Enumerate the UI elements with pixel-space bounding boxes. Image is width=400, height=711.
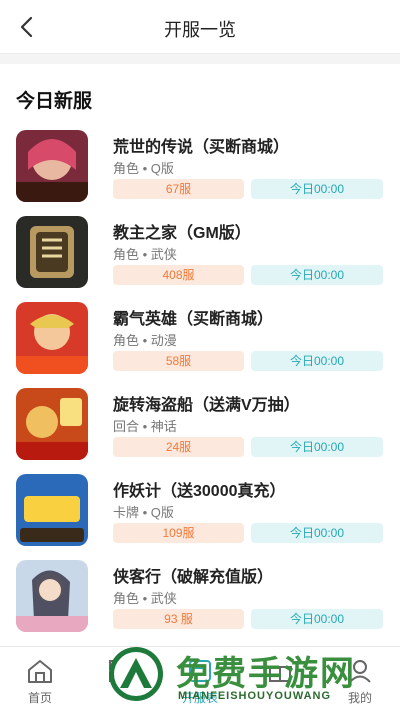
tab-home[interactable]: 首页 [0, 647, 80, 711]
tab-user[interactable]: 我的 [320, 647, 400, 711]
list-item[interactable]: 旋转海盗船（送满V万抽） 回合 • 神话 24服 今日00:00 [0, 388, 400, 474]
game-thumbnail [16, 474, 88, 546]
game-thumbnail [16, 388, 88, 460]
tab-label: 首页 [27, 691, 52, 705]
game-thumbnail [16, 216, 88, 288]
server-list-icon [189, 660, 211, 682]
game-name: 霸气英雄（买断商城） [113, 311, 274, 328]
game-thumbnail [16, 302, 88, 374]
game-meta: 卡牌 • Q版 [113, 505, 174, 520]
game-name: 旋转海盗船（送满V万抽） [113, 397, 300, 414]
section-title: 今日新服 [16, 91, 93, 112]
gift-icon [268, 666, 292, 682]
tab-label: 我的 [347, 691, 372, 705]
user-icon [349, 660, 371, 683]
tab-label: 开服表 [181, 691, 218, 705]
game-meta: 角色 • 武侠 [113, 591, 177, 606]
server-badge: 109服 [113, 523, 244, 543]
home-icon [28, 660, 52, 683]
list-item[interactable]: 作妖计（送30000真充） 卡牌 • Q版 109服 今日00:00 [0, 474, 400, 560]
tab-server-list[interactable]: 开服表 [160, 647, 240, 711]
time-badge: 今日00:00 [251, 351, 383, 371]
bottom-tab-bar: 首页 开服表 我的 [0, 646, 400, 711]
time-badge: 今日00:00 [251, 609, 383, 629]
game-name: 侠客行（破解充值版） [113, 569, 274, 586]
game-thumbnail [16, 130, 88, 202]
server-badge: 408服 [113, 265, 244, 285]
server-badge: 93 服 [113, 609, 244, 629]
game-meta: 角色 • 武侠 [113, 247, 177, 262]
top-bar: 开服一览 [0, 0, 400, 54]
game-name: 荒世的传说（买断商城） [113, 139, 290, 156]
game-name: 作妖计（送30000真充） [113, 483, 286, 500]
list-item[interactable]: 侠客行（破解充值版） 角色 • 武侠 93 服 今日00:00 [0, 560, 400, 646]
category-icon [109, 660, 131, 682]
game-meta: 角色 • 动漫 [113, 333, 177, 348]
game-thumbnail [16, 560, 88, 632]
server-badge: 58服 [113, 351, 244, 371]
tab-category[interactable] [80, 647, 160, 711]
game-name: 教主之家（GM版） [113, 225, 251, 242]
time-badge: 今日00:00 [251, 179, 383, 199]
server-badge: 67服 [113, 179, 244, 199]
list-item[interactable]: 教主之家（GM版） 角色 • 武侠 408服 今日00:00 [0, 216, 400, 302]
game-meta: 回合 • 神话 [113, 419, 177, 434]
list-item[interactable]: 霸气英雄（买断商城） 角色 • 动漫 58服 今日00:00 [0, 302, 400, 388]
list-item[interactable]: 荒世的传说（买断商城） 角色 • Q版 67服 今日00:00 [0, 130, 400, 216]
page-title: 开服一览 [164, 20, 236, 40]
server-list: 今日新服 荒世的传说（买断商城） 角色 • Q版 67服 今日00:00 教主之… [0, 64, 400, 646]
time-badge: 今日00:00 [251, 437, 383, 457]
server-badge: 24服 [113, 437, 244, 457]
time-badge: 今日00:00 [251, 523, 383, 543]
game-meta: 角色 • Q版 [113, 161, 174, 176]
tab-gift[interactable] [240, 647, 320, 711]
time-badge: 今日00:00 [251, 265, 383, 285]
